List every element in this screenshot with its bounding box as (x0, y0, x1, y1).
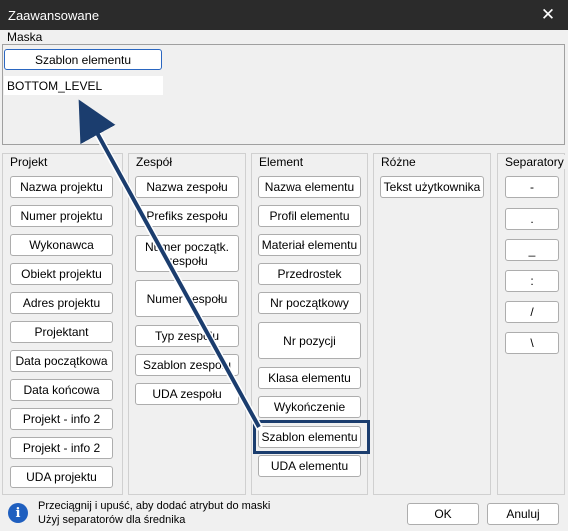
info-icon: i (8, 503, 28, 523)
cancel-button[interactable]: Anuluj (487, 503, 559, 525)
footer-hint-line2: Użyj separatorów dla średnika (38, 514, 186, 526)
ok-button[interactable]: OK (407, 503, 479, 525)
footer-hint-line1: Przeciągnij i upuść, aby dodać atrybut d… (38, 500, 271, 512)
drag-arrow-annotation (78, 99, 263, 431)
